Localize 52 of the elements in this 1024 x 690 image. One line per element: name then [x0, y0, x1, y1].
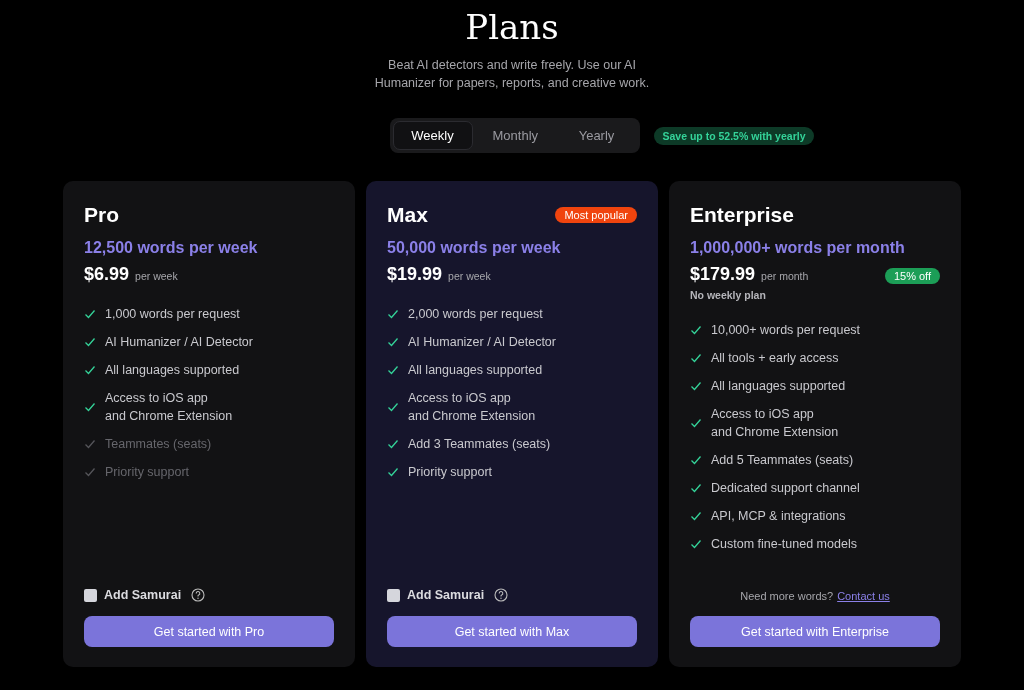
get-started-button[interactable]: Get started with Enterprise: [690, 616, 940, 647]
billing-tab[interactable]: Yearly: [556, 121, 637, 150]
page-title: Plans: [465, 6, 559, 48]
feature-text: Priority support: [408, 464, 493, 481]
feature-text: All languages supported: [105, 362, 240, 379]
help-icon[interactable]: [494, 588, 509, 602]
plan-name: Enterprise: [690, 203, 794, 227]
feature-text: All languages supported: [711, 378, 846, 395]
billing-tab[interactable]: Monthly: [474, 121, 555, 150]
plan-price: $19.99: [387, 264, 443, 285]
addon-checkbox[interactable]: [387, 588, 400, 602]
plan-name: Max: [387, 203, 428, 227]
feature-text: Access to iOS app and Chrome Extension: [408, 390, 536, 425]
feature-text: Priority support: [105, 464, 190, 481]
word-quota: 1,000,000+ words per month: [690, 239, 906, 257]
savings-badge: Save up to 52.5% with yearly: [653, 126, 815, 145]
feature-text: 1,000 words per request: [105, 306, 240, 323]
plan-price: $6.99: [84, 264, 130, 285]
contact-prompt: Need more words?: [740, 590, 834, 602]
get-started-button[interactable]: Get started with Pro: [84, 616, 334, 647]
addon-label: Add Samurai: [407, 588, 485, 602]
feature-text: All languages supported: [408, 362, 543, 379]
word-quota: 50,000 words per week: [387, 239, 562, 257]
contact-link[interactable]: Contact us: [837, 590, 890, 602]
feature-text: Add 5 Teammates (seats): [711, 452, 854, 469]
addon-checkbox[interactable]: [84, 588, 97, 602]
feature-text: 10,000+ words per request: [711, 322, 861, 339]
billing-tab[interactable]: Weekly: [392, 121, 473, 150]
feature-text: All tools + early access: [711, 350, 839, 367]
discount-badge: 15% off: [884, 268, 940, 284]
price-note: No weekly plan: [690, 289, 767, 301]
feature-text: Add 3 Teammates (seats): [408, 436, 551, 453]
popular-badge: Most popular: [555, 207, 637, 223]
help-icon[interactable]: [191, 588, 206, 602]
word-quota: 12,500 words per week: [84, 239, 259, 257]
page-subtitle: Beat AI detectors and write freely. Use our AI Humanizer for papers, reports, and creative work.: [373, 57, 651, 92]
get-started-button[interactable]: Get started with Max: [387, 616, 637, 647]
plan-price: $179.99: [690, 264, 756, 285]
feature-text: AI Humanizer / AI Detector: [408, 334, 556, 351]
price-period: per week: [135, 270, 178, 282]
feature-text: Dedicated support channel: [711, 480, 860, 497]
feature-text: Access to iOS app and Chrome Extension: [711, 406, 839, 441]
feature-text: Access to iOS app and Chrome Extension: [105, 390, 233, 425]
addon-label: Add Samurai: [104, 588, 182, 602]
feature-text: AI Humanizer / AI Detector: [105, 334, 253, 351]
price-period: per month: [761, 270, 809, 282]
price-period: per week: [448, 270, 491, 282]
feature-text: Teammates (seats): [105, 436, 212, 453]
feature-text: API, MCP & integrations: [711, 508, 846, 525]
feature-text: Custom fine-tuned models: [711, 536, 857, 553]
plan-name: Pro: [84, 203, 119, 227]
feature-text: 2,000 words per request: [408, 306, 543, 323]
